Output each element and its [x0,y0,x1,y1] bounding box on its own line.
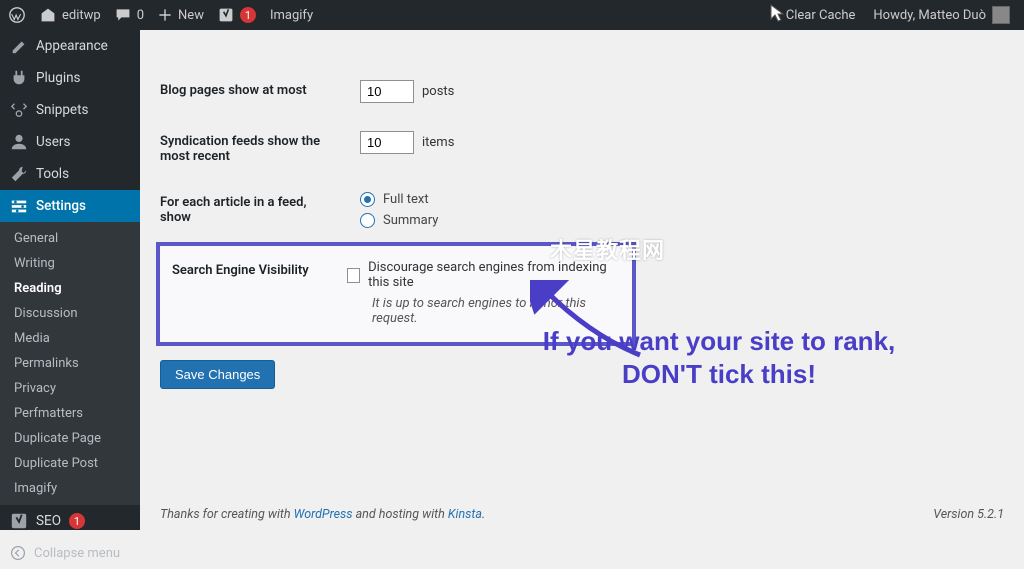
collapse-icon [10,545,26,561]
sidebar-item-snippets[interactable]: Snippets [0,94,140,126]
annotation-text: If you want your site to rank, DON'T tic… [534,325,904,390]
seo-badge: 1 [69,513,85,529]
admin-bar-left: editwp 0 New 1 Imagify [8,6,313,24]
syndication-input[interactable] [360,131,414,154]
howdy-label: Howdy, Matteo Duò [873,8,986,23]
checkbox-icon [347,268,360,283]
seo-icon [10,512,28,530]
site-name: editwp [62,8,101,23]
footer-version: Version 5.2.1 [933,507,1004,522]
sidebar-item-settings[interactable]: Settings [0,190,140,222]
label-sev: Search Engine Visibility [172,260,347,278]
blog-pages-input[interactable] [360,80,414,103]
sidebar-item-label: Users [36,134,70,150]
radio-icon [360,192,375,207]
sub-item-permalinks[interactable]: Permalinks [0,351,140,376]
tools-icon [10,165,28,183]
sub-item-duplicate-post[interactable]: Duplicate Post [0,451,140,476]
sev-note: It is up to search engines to honor this… [372,296,618,326]
main-content: Blog pages show at most posts Syndicatio… [140,30,1024,530]
site-link[interactable]: editwp [40,7,101,23]
label-syndication: Syndication feeds show the most recent [160,131,340,164]
kinsta-link[interactable]: Kinsta [448,507,482,522]
collapse-menu-button[interactable]: Collapse menu [0,537,140,569]
sub-item-privacy[interactable]: Privacy [0,376,140,401]
sidebar-item-label: SEO [36,513,61,529]
sidebar-item-label: Appearance [36,38,108,54]
sub-item-reading[interactable]: Reading [0,276,140,301]
save-changes-button[interactable]: Save Changes [160,360,275,389]
yoast-link[interactable]: 1 [218,7,256,23]
sev-checkbox-label: Discourage search engines from indexing … [368,260,618,290]
howdy-link[interactable]: Howdy, Matteo Duò [873,6,1010,24]
sub-item-writing[interactable]: Writing [0,251,140,276]
radio-icon [360,213,375,228]
radio-full-text[interactable]: Full text [360,192,438,207]
sub-item-media[interactable]: Media [0,326,140,351]
blog-pages-unit: posts [422,84,454,99]
row-blog-pages: Blog pages show at most posts [160,66,1004,117]
imagify-label: Imagify [270,8,313,23]
new-link[interactable]: New [158,8,204,23]
settings-icon [10,197,28,215]
admin-bar: editwp 0 New 1 Imagify Clear Cache Howdy… [0,0,1024,30]
sub-item-duplicate-page[interactable]: Duplicate Page [0,426,140,451]
syndication-unit: items [422,135,454,150]
sidebar-item-users[interactable]: Users [0,126,140,158]
sev-checkbox-row[interactable]: Discourage search engines from indexing … [347,260,618,290]
sub-item-discussion[interactable]: Discussion [0,301,140,326]
footer-text: Thanks for creating with WordPress and h… [160,507,485,522]
sidebar-item-label: Snippets [36,102,88,118]
collapse-label: Collapse menu [34,546,120,561]
new-label: New [178,8,204,23]
appearance-icon [10,37,28,55]
radio-label: Summary [383,213,438,228]
clear-cache-label: Clear Cache [786,8,856,23]
notif-badge: 1 [240,7,256,23]
label-blog-pages: Blog pages show at most [160,80,360,98]
wp-logo-icon[interactable] [8,6,26,24]
sidebar-item-seo[interactable]: SEO 1 [0,505,140,537]
sub-item-imagify[interactable]: Imagify [0,476,140,501]
sidebar-item-tools[interactable]: Tools [0,158,140,190]
sub-item-general[interactable]: General [0,226,140,251]
wp-link[interactable]: WordPress [294,507,353,522]
imagify-link[interactable]: Imagify [270,8,313,23]
footer: Thanks for creating with WordPress and h… [160,507,1004,522]
comments-link[interactable]: 0 [115,7,144,23]
row-feed: For each article in a feed, show Full te… [160,178,1004,242]
sidebar-item-label: Settings [36,198,86,214]
radio-summary[interactable]: Summary [360,213,438,228]
sidebar-item-label: Tools [36,166,69,182]
comments-count: 0 [137,8,144,23]
plugins-icon [10,69,28,87]
snippets-icon [10,101,28,119]
label-feed: For each article in a feed, show [160,192,340,225]
settings-submenu: General Writing Reading Discussion Media… [0,222,140,505]
users-icon [10,133,28,151]
avatar [992,6,1010,24]
sidebar-item-label: Plugins [36,70,81,86]
admin-bar-right: Clear Cache Howdy, Matteo Duò [786,6,1016,24]
admin-sidebar: Appearance Plugins Snippets Users Tools … [0,30,140,530]
radio-label: Full text [383,192,429,207]
sidebar-item-appearance[interactable]: Appearance [0,30,140,62]
clear-cache-button[interactable]: Clear Cache [786,8,856,23]
row-syndication: Syndication feeds show the most recent i… [160,117,1004,178]
sidebar-item-plugins[interactable]: Plugins [0,62,140,94]
sub-item-perfmatters[interactable]: Perfmatters [0,401,140,426]
